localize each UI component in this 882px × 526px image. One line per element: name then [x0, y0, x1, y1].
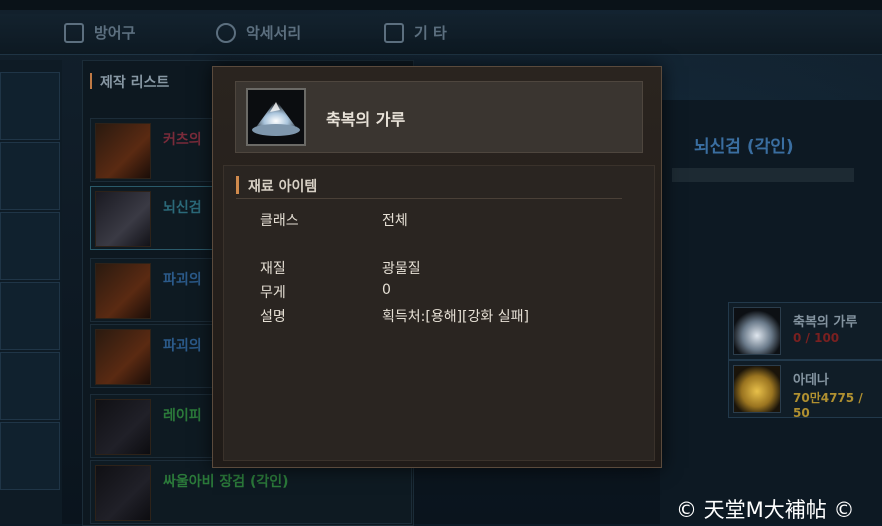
weapon-thumbnail	[95, 399, 151, 455]
section-title: 재료 아이템	[248, 179, 318, 195]
craft-list-item-label: 뇌신검	[163, 200, 202, 216]
craft-list-item-label: 파괴의	[163, 272, 202, 288]
material-slot[interactable]: 축복의 가루 0 / 100	[728, 302, 882, 360]
info-label: 클래스	[260, 213, 299, 229]
craft-list-item-label: 파괴의	[163, 338, 202, 354]
weapon-thumbnail	[95, 329, 151, 385]
info-value: 전체	[382, 213, 408, 229]
info-label: 재질	[260, 261, 286, 277]
section-divider	[236, 198, 622, 199]
tab-etc-label: 기 타	[414, 24, 447, 42]
watermark: © 天堂M大補帖 ©	[676, 498, 855, 522]
powder-icon	[246, 88, 306, 146]
info-value: 획득처:[용해][강화 실패]	[382, 309, 529, 325]
material-name: 아데나	[793, 373, 829, 388]
material-count: 0 / 100	[793, 331, 840, 345]
material-slot[interactable]: 아데나 70만4775 / 50	[728, 360, 882, 420]
craft-list-title: 제작 리스트	[89, 72, 169, 92]
craft-detail-title: 뇌신검 (각인)	[694, 137, 794, 157]
category-tabs: 방어구 악세서리 기 타	[0, 14, 882, 55]
weapon-thumbnail	[95, 191, 151, 247]
weapon-thumbnail	[95, 465, 151, 521]
shield-icon	[64, 22, 84, 43]
powder-icon	[733, 307, 781, 355]
tab-armor-label: 방어구	[94, 24, 136, 42]
info-value: 광물질	[382, 261, 421, 277]
craft-list-item[interactable]: 싸울아비 장검 (각인)	[90, 460, 412, 524]
info-label: 무게	[260, 285, 286, 301]
material-name: 축복의 가루	[793, 315, 858, 330]
left-category-cell[interactable]	[0, 422, 60, 490]
weapon-thumbnail	[95, 123, 151, 179]
tab-etc[interactable]: 기 타	[384, 22, 447, 43]
section-marker	[236, 176, 239, 194]
left-category-cell[interactable]	[0, 282, 60, 350]
ring-icon	[216, 22, 236, 43]
weapon-thumbnail	[95, 263, 151, 319]
tab-accessory-label: 악세서리	[246, 24, 302, 42]
craft-list-item-label: 레이피	[163, 408, 202, 424]
craft-list-item-label: 싸울아비 장검 (각인)	[163, 474, 289, 490]
info-value: 0	[382, 282, 391, 298]
box-icon	[384, 22, 404, 43]
tab-accessory[interactable]: 악세서리	[216, 22, 301, 43]
item-tooltip-popup: 축복의 가루 재료 아이템 클래스 전체 재질 광물질 무게 0 설명 획득처:…	[212, 66, 662, 468]
item-info-body: 재료 아이템 클래스 전체 재질 광물질 무게 0 설명 획득처:[용해][강화…	[223, 165, 655, 461]
item-header: 축복의 가루	[235, 81, 643, 153]
craft-list-item-label: 커츠의	[163, 132, 202, 148]
left-category-column	[0, 60, 62, 524]
top-status-bar	[0, 0, 882, 10]
coin-icon	[733, 365, 781, 413]
craft-detail-bar	[672, 168, 854, 182]
left-category-cell[interactable]	[0, 142, 60, 210]
tab-armor[interactable]: 방어구	[64, 22, 135, 43]
info-label: 설명	[260, 309, 286, 325]
item-name: 축복의 가루	[326, 110, 406, 129]
left-category-cell[interactable]	[0, 212, 60, 280]
left-category-cell[interactable]	[0, 352, 60, 420]
material-count: 70만4775 / 50	[793, 391, 863, 420]
left-category-cell[interactable]	[0, 72, 60, 140]
